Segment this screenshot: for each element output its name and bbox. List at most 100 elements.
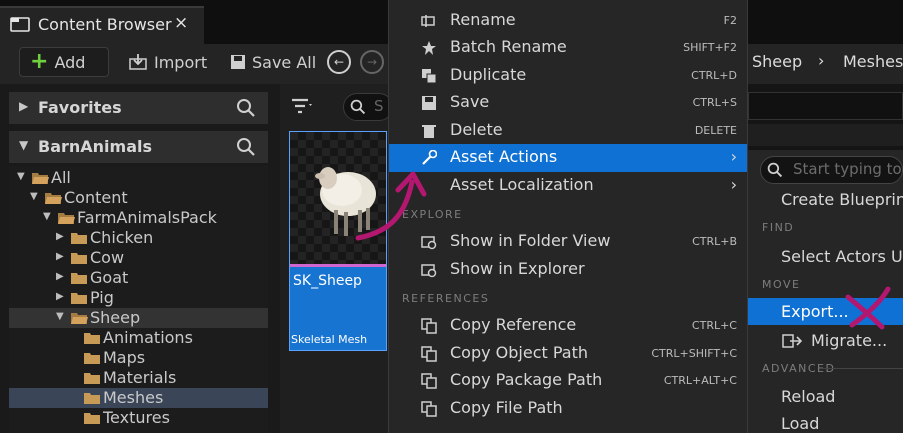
breadcrumb-sheep[interactable]: Sheep (752, 52, 802, 71)
menu-item-copy-package-path[interactable]: Copy Package Path CTRL+ALT+C (389, 367, 747, 395)
tree-item-goat[interactable]: ▶ Goat (9, 268, 268, 288)
back-button[interactable]: ← (327, 50, 351, 74)
search-bar-background (748, 92, 903, 120)
export-label: Export... (781, 302, 849, 321)
add-label: Add (54, 52, 86, 72)
asset-search-placeholder: S (374, 97, 384, 115)
tree-item-meshes[interactable]: Meshes (9, 388, 268, 408)
menu-item-label: Rename (450, 10, 516, 29)
copy-icon (421, 373, 437, 389)
tree-item-label: Textures (103, 408, 170, 427)
chevron-down-icon: ▼ (19, 138, 29, 152)
tree-item-label: All (51, 168, 71, 187)
chevron-right-icon: ▶ (19, 99, 29, 113)
menu-item-show-in-explorer[interactable]: Show in Explorer (389, 256, 747, 284)
chevron-down-icon[interactable]: ▼ (30, 191, 38, 202)
tree-item-all[interactable]: ▼ All (9, 168, 268, 188)
menu-item-asset-actions[interactable]: Asset Actions › (389, 144, 747, 172)
folder-icon (84, 413, 100, 424)
menu-item-copy-file-path[interactable]: Copy File Path (389, 395, 747, 423)
breadcrumb-separator: › (818, 51, 825, 70)
tree-item-sheep[interactable]: ▼ Sheep (9, 308, 268, 328)
search-icon[interactable] (236, 98, 256, 118)
chevron-right-icon[interactable]: ▶ (56, 271, 64, 282)
forward-button[interactable]: → (360, 50, 384, 74)
shortcut-label: CTRL+SHIFT+C (651, 347, 737, 360)
tree-item-textures[interactable]: Textures (9, 408, 268, 428)
shortcut-label: CTRL+S (692, 96, 737, 109)
folder-open-icon (71, 313, 88, 324)
menu-item-copy-reference[interactable]: Copy Reference CTRL+C (389, 312, 747, 340)
delete-icon (422, 125, 436, 138)
tab-title: Content Browser (38, 15, 172, 34)
tree-item-cow[interactable]: ▶ Cow (9, 248, 268, 268)
project-label: BarnAnimals (38, 137, 153, 156)
tree-item-chicken[interactable]: ▶ Chicken (9, 228, 268, 248)
chevron-down-icon[interactable]: ▼ (43, 211, 51, 222)
load-item[interactable]: Load (781, 414, 819, 433)
menu-item-label: Asset Localization (450, 175, 594, 194)
tree-item-animations[interactable]: Animations (9, 328, 268, 348)
menu-item-save[interactable]: Save CTRL+S (389, 89, 747, 117)
tab-content-browser[interactable]: Content Browser × (0, 6, 204, 44)
menu-item-show-in-folder-view[interactable]: Show in Folder View CTRL+B (389, 228, 747, 256)
annotation-cross (845, 286, 891, 330)
create-blueprint-item[interactable]: Create Blueprint (781, 190, 903, 209)
folder-icon (71, 293, 87, 304)
rename-icon (421, 15, 435, 27)
shortcut-label: DELETE (694, 124, 737, 137)
menu-item-rename[interactable]: Rename F2 (389, 7, 747, 35)
tree-item-label: FarmAnimalsPack (77, 208, 217, 227)
submenu-search-placeholder: Start typing to (793, 160, 902, 178)
favorites-header[interactable]: ▶ Favorites (9, 92, 268, 124)
duplicate-icon (422, 69, 437, 84)
asset-grid-background (748, 124, 903, 146)
chevron-right-icon[interactable]: ▶ (56, 291, 64, 302)
reload-item[interactable]: Reload (781, 387, 835, 406)
tree-item-label: Meshes (103, 388, 164, 407)
tree-item-content[interactable]: ▼ Content (9, 188, 268, 208)
tree-item-label: Materials (103, 368, 177, 387)
breadcrumb-meshes[interactable]: Meshes (843, 52, 903, 71)
tree-item-farmanimalspack[interactable]: ▼ FarmAnimalsPack (9, 208, 268, 228)
chevron-down-icon[interactable]: ▼ (17, 171, 25, 182)
folder-open-icon (45, 193, 62, 204)
plus-icon: + (30, 49, 49, 74)
menu-item-asset-localization[interactable]: Asset Localization › (389, 172, 747, 200)
copy-icon (421, 346, 437, 362)
folder-icon (84, 353, 100, 364)
folder-icon (71, 233, 87, 244)
menu-item-label: Duplicate (450, 65, 527, 84)
search-icon[interactable] (236, 137, 256, 157)
save-all-button[interactable]: Save All (220, 47, 326, 77)
menu-item-delete[interactable]: Delete DELETE (389, 117, 747, 145)
asset-search-input[interactable]: S (343, 93, 393, 121)
tree-item-maps[interactable]: Maps (9, 348, 268, 368)
select-actors-item[interactable]: Select Actors Us (781, 247, 903, 266)
migrate-item[interactable]: Migrate... (811, 331, 887, 350)
close-icon[interactable]: × (174, 13, 188, 33)
tree-item-pig[interactable]: ▶ Pig (9, 288, 268, 308)
tree-item-materials[interactable]: Materials (9, 368, 268, 388)
shortcut-label: SHIFT+F2 (683, 41, 737, 54)
section-divider (822, 368, 903, 369)
menu-item-batch-rename[interactable]: Batch Rename SHIFT+F2 (389, 34, 747, 62)
menu-item-copy-object-path[interactable]: Copy Object Path CTRL+SHIFT+C (389, 340, 747, 368)
menu-item-duplicate[interactable]: Duplicate CTRL+D (389, 62, 747, 90)
chevron-down-icon[interactable]: ▼ (56, 311, 64, 322)
add-button[interactable]: + Add (19, 47, 109, 77)
tree-item-label: Goat (90, 268, 129, 287)
save-icon (422, 96, 436, 110)
project-header[interactable]: ▼ BarnAnimals (9, 131, 268, 163)
menu-item-label: Save (450, 92, 490, 111)
tree-item-label: Animations (103, 328, 193, 347)
chevron-right-icon[interactable]: ▶ (56, 231, 64, 242)
folder-icon (84, 373, 100, 384)
menu-item-label: Show in Explorer (450, 259, 585, 278)
chevron-right-icon[interactable]: ▶ (56, 251, 64, 262)
filter-icon[interactable] (291, 97, 313, 115)
migrate-icon (782, 334, 802, 348)
menu-item-label: Copy Package Path (450, 370, 603, 389)
import-button[interactable]: Import (118, 47, 217, 77)
menu-item-label: Delete (450, 120, 503, 139)
